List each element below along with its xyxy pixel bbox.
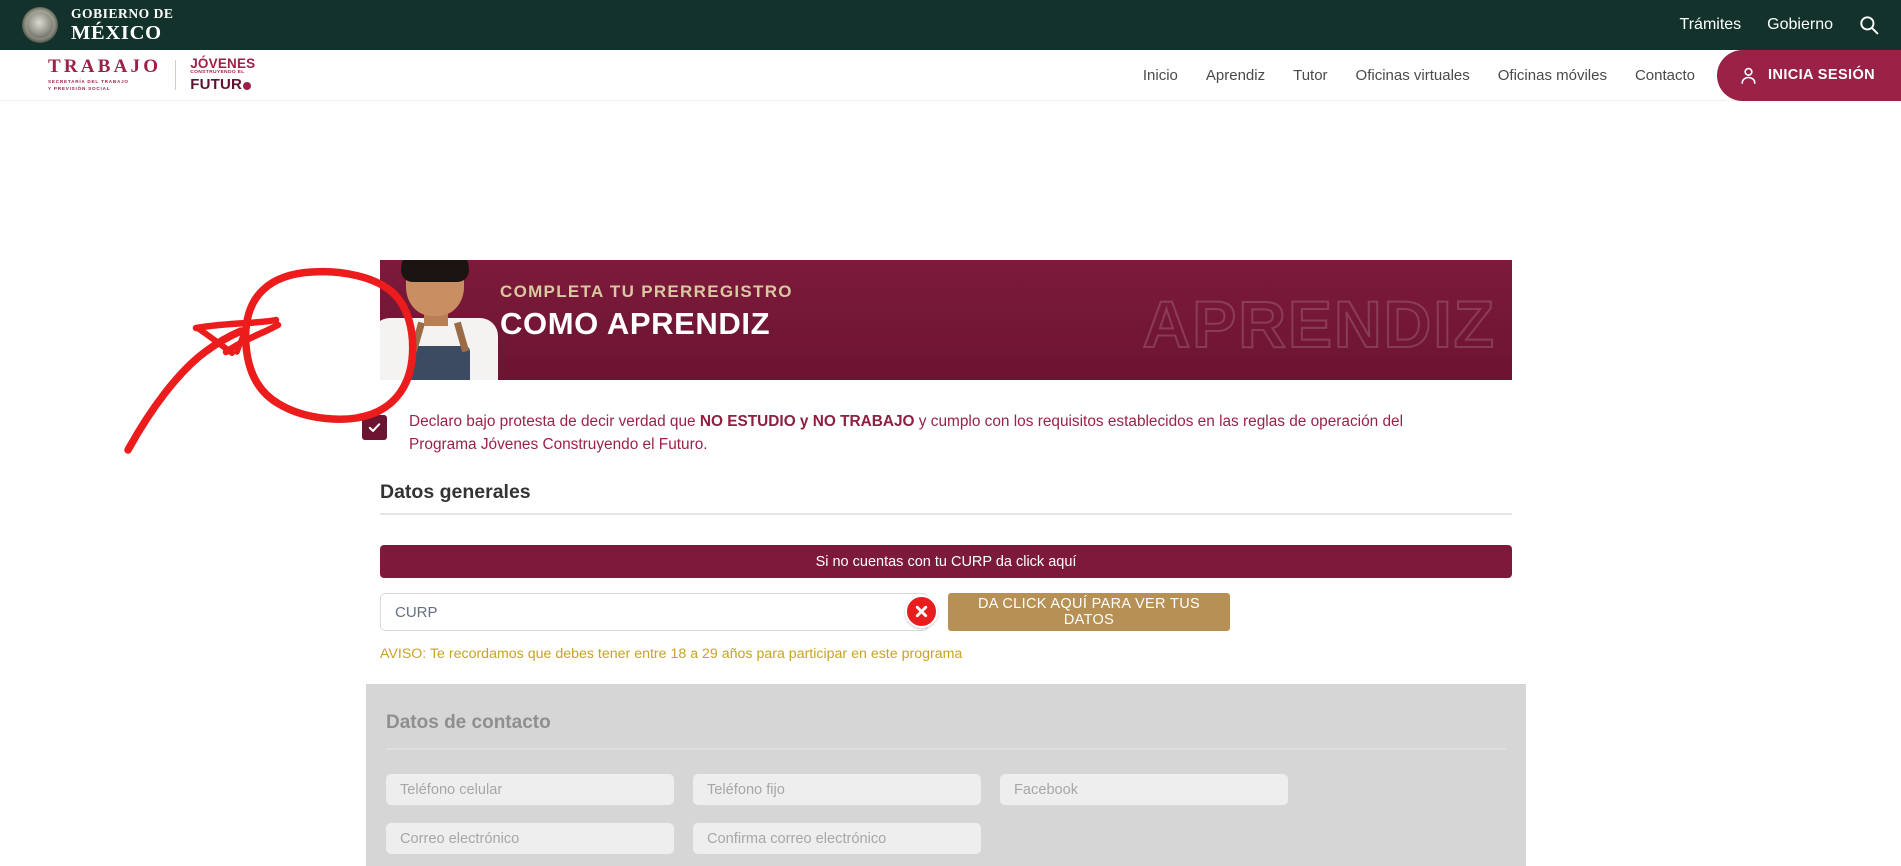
brand-jcf-line1: JÓVENES xyxy=(190,55,256,71)
gobierno-top-bar: GOBIERNO DE MÉXICO Trámites Gobierno xyxy=(0,0,1901,50)
brand-jcf-line3-text: FUTUR xyxy=(190,76,243,94)
curp-help-button[interactable]: Si no cuentas con tu CURP da click aquí xyxy=(380,545,1512,578)
aprendiz-banner: APRENDIZ COMPLETA TU PRERREGISTRO COMO A… xyxy=(380,260,1512,380)
gobierno-top-links: Trámites Gobierno xyxy=(1680,15,1879,35)
nav-item-tutor[interactable]: Tutor xyxy=(1293,67,1327,84)
login-button-label: INICIA SESIÓN xyxy=(1768,67,1875,83)
brand-divider xyxy=(175,60,177,90)
brand-trabajo-subtitle-1: SECRETARÍA DEL TRABAJO xyxy=(48,79,129,85)
user-icon xyxy=(1739,66,1758,85)
search-icon[interactable] xyxy=(1859,15,1879,35)
annotation-arrow-head-2 xyxy=(222,321,282,356)
ver-tus-datos-button[interactable]: DA CLICK AQUÍ PARA VER TUS DATOS xyxy=(948,593,1230,631)
curp-aviso-text: AVISO: Te recordamos que debes tener ent… xyxy=(380,646,963,662)
curp-input[interactable] xyxy=(380,593,928,631)
site-brand[interactable]: TRABAJO SECRETARÍA DEL TRABAJO Y PREVISI… xyxy=(48,57,255,93)
gob-link-gobierno[interactable]: Gobierno xyxy=(1767,16,1833,34)
login-button[interactable]: INICIA SESIÓN xyxy=(1717,49,1901,101)
correo-electronico-field: Correo electrónico xyxy=(386,823,674,854)
banner-line2: COMO APRENDIZ xyxy=(500,306,771,341)
nav-item-oficinas-virtuales[interactable]: Oficinas virtuales xyxy=(1356,67,1470,84)
brand-jcf-dot-icon xyxy=(243,82,252,91)
annotation-arrow-shaft xyxy=(124,327,245,454)
gobierno-logo-line1: GOBIERNO DE xyxy=(71,6,174,21)
gobierno-logo: GOBIERNO DE MÉXICO xyxy=(22,7,173,43)
banner-photo-aprendiz xyxy=(380,260,506,380)
declaration-text: Declaro bajo protesta de decir verdad qu… xyxy=(409,411,1474,457)
nav-item-aprendiz[interactable]: Aprendiz xyxy=(1206,67,1265,84)
datos-generales-divider xyxy=(380,513,1512,515)
datos-contacto-divider xyxy=(386,748,1506,750)
nav-item-inicio[interactable]: Inicio xyxy=(1143,67,1178,84)
banner-text: COMPLETA TU PRERREGISTRO COMO APRENDIZ xyxy=(500,282,793,342)
facebook-field: Facebook xyxy=(1000,774,1288,805)
nav-item-contacto[interactable]: Contacto xyxy=(1635,67,1695,84)
nav-item-oficinas-moviles[interactable]: Oficinas móviles xyxy=(1498,67,1607,84)
declaration-part1: Declaro bajo protesta de decir verdad qu… xyxy=(409,413,700,430)
nav-links: Inicio Aprendiz Tutor Oficinas virtuales… xyxy=(1143,67,1713,84)
error-circle-x-icon xyxy=(905,595,938,628)
declaration-checkbox[interactable] xyxy=(362,415,387,440)
banner-line1: COMPLETA TU PRERREGISTRO xyxy=(500,282,793,301)
banner-watermark: APRENDIZ xyxy=(1142,286,1496,362)
main-navbar: TRABAJO SECRETARÍA DEL TRABAJO Y PREVISI… xyxy=(0,49,1901,101)
curp-row xyxy=(380,593,928,631)
brand-trabajo-subtitle-2: Y PREVISIÓN SOCIAL xyxy=(48,86,111,91)
telefono-fijo-field: Teléfono fijo xyxy=(693,774,981,805)
declaration-bold: NO ESTUDIO y NO TRABAJO xyxy=(699,413,915,430)
annotation-arrow-head xyxy=(192,316,280,332)
gob-link-tramites[interactable]: Trámites xyxy=(1680,16,1742,34)
datos-contacto-panel: Datos de contacto Teléfono celular Teléf… xyxy=(366,684,1526,866)
gobierno-logo-line2: MÉXICO xyxy=(71,21,162,44)
brand-trabajo: TRABAJO SECRETARÍA DEL TRABAJO Y PREVISI… xyxy=(48,57,161,92)
mexico-coat-of-arms-icon xyxy=(22,7,58,43)
telefono-celular-field: Teléfono celular xyxy=(386,774,674,805)
annotation-arrow-head-4 xyxy=(234,320,251,355)
gobierno-logo-text: GOBIERNO DE MÉXICO xyxy=(71,7,173,43)
declaration-row: Declaro bajo protesta de decir verdad qu… xyxy=(362,411,1512,457)
brand-jcf-line3: FUTUR xyxy=(190,76,252,94)
confirma-correo-field: Confirma correo electrónico xyxy=(693,823,981,854)
brand-trabajo-title: TRABAJO xyxy=(48,56,162,78)
photo-hair xyxy=(401,260,469,282)
annotation-arrow-head-3 xyxy=(196,326,235,356)
datos-generales-title: Datos generales xyxy=(380,481,531,503)
page-root: GOBIERNO DE MÉXICO Trámites Gobierno TRA… xyxy=(0,0,1901,866)
brand-jovenes-construyendo-futuro: JÓVENES CONSTRUYENDO EL FUTUR xyxy=(190,57,255,93)
datos-contacto-title: Datos de contacto xyxy=(386,712,551,733)
